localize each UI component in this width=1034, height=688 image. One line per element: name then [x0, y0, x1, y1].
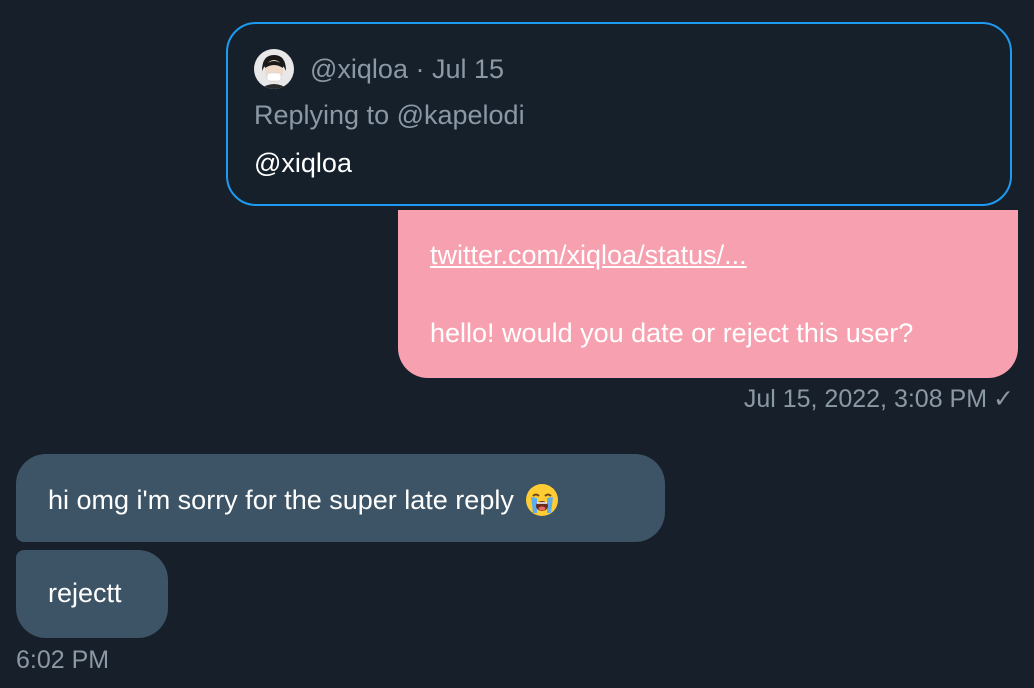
- sent-message-text: hello! would you date or reject this use…: [430, 318, 914, 348]
- quoted-tweet-meta: @xiqloa · Jul 15: [310, 54, 504, 85]
- tweet-link[interactable]: twitter.com/xiqloa/status/...: [430, 240, 747, 271]
- received-message-text: hi omg i'm sorry for the super late repl…: [48, 484, 514, 515]
- checkmark-icon: ✓: [993, 385, 1014, 413]
- received-message-text: rejectt: [48, 578, 122, 608]
- quoted-tweet-date: Jul 15: [432, 53, 505, 84]
- quoted-tweet-replying-to: Replying to @kapelodi: [254, 100, 525, 130]
- dm-conversation: @xiqloa · Jul 15 Replying to @kapelodi @…: [0, 0, 1034, 688]
- loudly-crying-face-icon: [524, 482, 560, 518]
- received-message-bubble: rejectt: [16, 550, 168, 638]
- received-message-content: hi omg i'm sorry for the super late repl…: [48, 482, 560, 518]
- quoted-tweet-author[interactable]: @xiqloa: [310, 54, 408, 84]
- user-avatar-icon[interactable]: [254, 49, 294, 89]
- quoted-tweet-card[interactable]: @xiqloa · Jul 15 Replying to @kapelodi @…: [226, 22, 1012, 206]
- meta-separator: ·: [415, 53, 425, 84]
- quoted-tweet-text: @xiqloa: [254, 148, 352, 178]
- quoted-tweet-header: @xiqloa · Jul 15: [254, 48, 504, 90]
- received-message-timestamp: 6:02 PM: [16, 646, 110, 674]
- sent-message-timestamp: Jul 15, 2022, 3:08 PM: [743, 384, 988, 413]
- sent-message-status: Jul 15, 2022, 3:08 PM ✓: [744, 384, 1014, 414]
- sent-message-bubble: twitter.com/xiqloa/status/... hello! wou…: [398, 210, 1018, 378]
- received-message-bubble: hi omg i'm sorry for the super late repl…: [16, 454, 665, 542]
